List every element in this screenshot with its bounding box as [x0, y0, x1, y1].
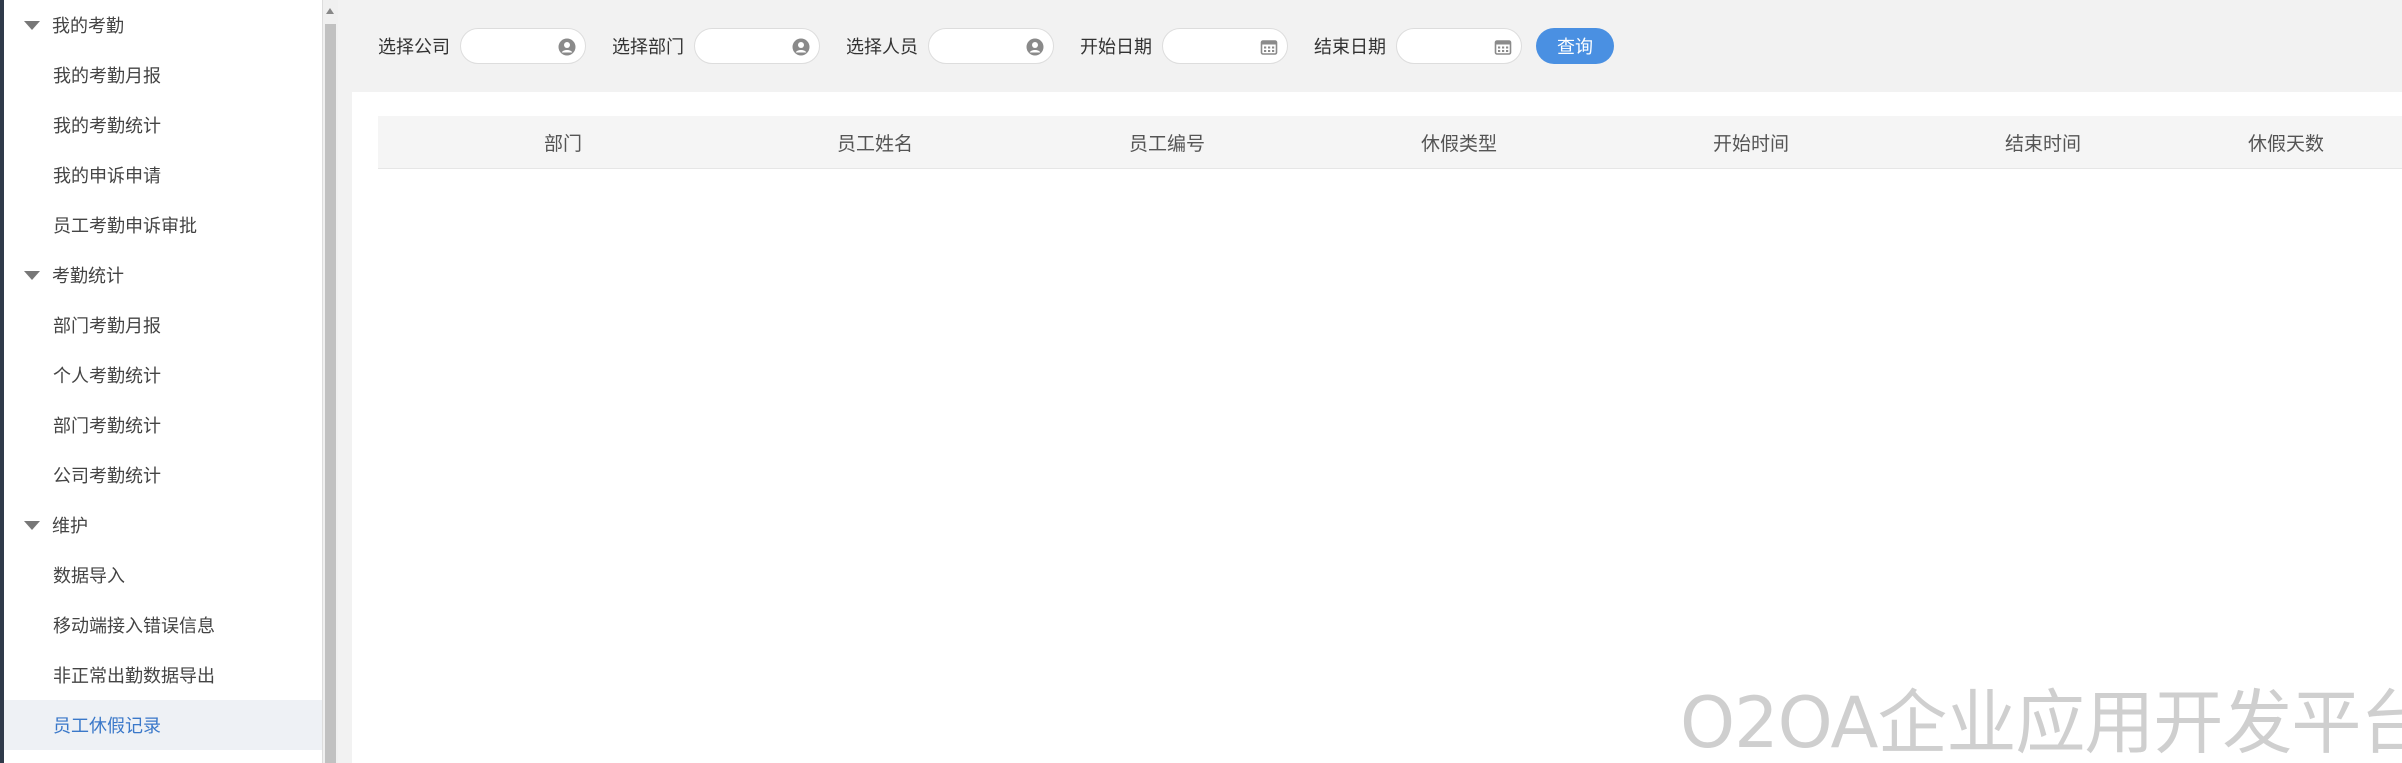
nav-group-maintenance[interactable]: 维护 — [4, 500, 322, 550]
caret-down-icon — [24, 520, 40, 530]
sidebar-item-mobile-errors[interactable]: 移动端接入错误信息 — [4, 600, 322, 650]
person-icon[interactable] — [792, 38, 810, 56]
sidebar-item-data-import[interactable]: 数据导入 — [4, 550, 322, 600]
sidebar-scrollbar[interactable] — [322, 0, 338, 763]
column-header-leave-type[interactable]: 休假类型 — [1332, 129, 1586, 156]
sidebar-item-dept-statistics[interactable]: 部门考勤统计 — [4, 400, 322, 450]
sidebar-item-label: 部门考勤统计 — [53, 416, 161, 437]
department-label: 选择部门 — [612, 37, 684, 58]
sidebar-item-company-statistics[interactable]: 公司考勤统计 — [4, 450, 322, 500]
sidebar-item-abnormal-export[interactable]: 非正常出勤数据导出 — [4, 650, 322, 700]
sidebar: 我的考勤 我的考勤月报 我的考勤统计 我的申诉申请 员工考勤申诉审批 考勤统计 … — [0, 0, 322, 763]
sidebar-item-appeal-approval[interactable]: 员工考勤申诉审批 — [4, 200, 322, 250]
person-label: 选择人员 — [846, 37, 918, 58]
column-header-end-time[interactable]: 结束时间 — [1916, 129, 2170, 156]
end-date-label: 结束日期 — [1314, 37, 1386, 58]
start-date-label: 开始日期 — [1080, 37, 1152, 58]
nav-group-label: 我的考勤 — [52, 16, 124, 37]
person-icon[interactable] — [558, 38, 576, 56]
sidebar-item-label: 移动端接入错误信息 — [53, 616, 215, 637]
sidebar-item-label: 我的申诉申请 — [53, 166, 161, 187]
person-icon[interactable] — [1026, 38, 1044, 56]
sidebar-item-label: 我的考勤月报 — [53, 66, 161, 87]
column-header-employee-id[interactable]: 员工编号 — [1002, 129, 1332, 156]
watermark-text: O2OA企业应用开发平台 — [1680, 682, 2402, 763]
nav-group-attendance-statistics[interactable]: 考勤统计 — [4, 250, 322, 300]
sidebar-item-label: 公司考勤统计 — [53, 466, 161, 487]
filter-bar: 选择公司 选择部门 选择人员 开始日期 结束日期 查询 — [352, 0, 2402, 92]
leave-records-table: 部门 员工姓名 员工编号 休假类型 开始时间 结束时间 休假天数 — [378, 116, 2402, 169]
sidebar-item-my-monthly-report[interactable]: 我的考勤月报 — [4, 50, 322, 100]
app-window: 我的考勤 我的考勤月报 我的考勤统计 我的申诉申请 员工考勤申诉审批 考勤统计 … — [0, 0, 2402, 763]
sidebar-menu: 我的考勤 我的考勤月报 我的考勤统计 我的申诉申请 员工考勤申诉审批 考勤统计 … — [4, 0, 322, 750]
calendar-icon[interactable] — [1494, 38, 1512, 56]
table-header: 部门 员工姓名 员工编号 休假类型 开始时间 结束时间 休假天数 — [378, 116, 2402, 169]
scrollbar-thumb[interactable] — [325, 24, 336, 763]
sidebar-item-label: 数据导入 — [53, 566, 125, 587]
person-selector[interactable] — [928, 28, 1054, 64]
sidebar-item-leave-records[interactable]: 员工休假记录 — [4, 700, 322, 750]
main-content: 选择公司 选择部门 选择人员 开始日期 结束日期 查询 部门 员工姓名 员工编号… — [338, 0, 2402, 763]
company-label: 选择公司 — [378, 37, 450, 58]
sidebar-item-my-statistics[interactable]: 我的考勤统计 — [4, 100, 322, 150]
end-date-input[interactable] — [1396, 28, 1522, 64]
sidebar-item-my-appeals[interactable]: 我的申诉申请 — [4, 150, 322, 200]
column-header-department[interactable]: 部门 — [378, 129, 748, 156]
sidebar-item-label: 个人考勤统计 — [53, 366, 161, 387]
caret-down-icon — [24, 20, 40, 30]
column-header-start-time[interactable]: 开始时间 — [1586, 129, 1916, 156]
sidebar-item-label: 非正常出勤数据导出 — [53, 666, 215, 687]
scroll-up-arrow-icon[interactable] — [326, 8, 334, 14]
sidebar-item-label: 部门考勤月报 — [53, 316, 161, 337]
company-selector[interactable] — [460, 28, 586, 64]
caret-down-icon — [24, 270, 40, 280]
start-date-input[interactable] — [1162, 28, 1288, 64]
sidebar-item-dept-monthly-report[interactable]: 部门考勤月报 — [4, 300, 322, 350]
department-selector[interactable] — [694, 28, 820, 64]
sidebar-item-label: 我的考勤统计 — [53, 116, 161, 137]
query-button[interactable]: 查询 — [1536, 28, 1614, 64]
calendar-icon[interactable] — [1260, 38, 1278, 56]
nav-group-label: 考勤统计 — [52, 266, 124, 287]
sidebar-item-label: 员工休假记录 — [53, 716, 161, 737]
sidebar-item-personal-statistics[interactable]: 个人考勤统计 — [4, 350, 322, 400]
sidebar-item-label: 员工考勤申诉审批 — [53, 216, 197, 237]
column-header-leave-days[interactable]: 休假天数 — [2170, 129, 2402, 156]
nav-group-label: 维护 — [52, 516, 88, 537]
nav-group-my-attendance[interactable]: 我的考勤 — [4, 0, 322, 50]
column-header-employee-name[interactable]: 员工姓名 — [748, 129, 1002, 156]
